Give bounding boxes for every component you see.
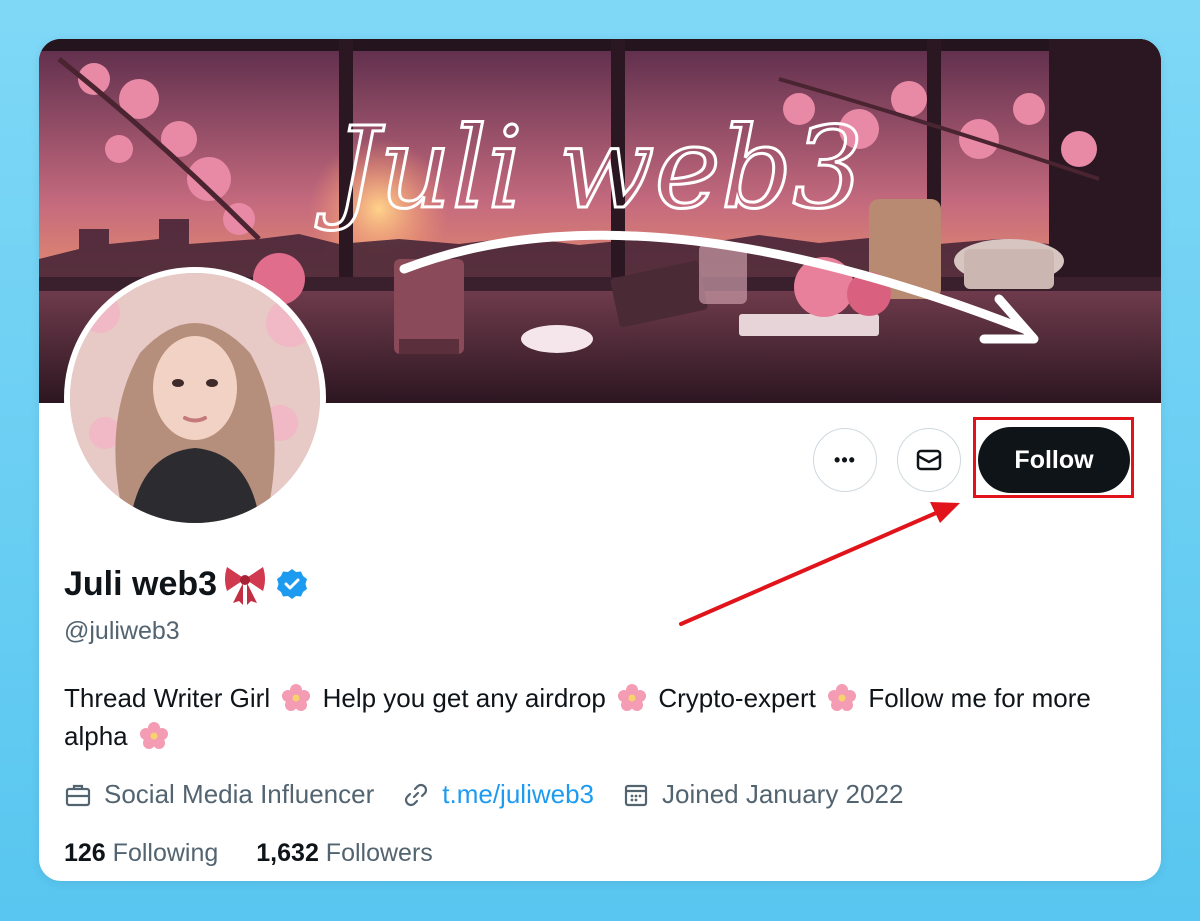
profession-text: Social Media Influencer	[104, 779, 375, 809]
bio-part: Thread Writer Girl	[64, 683, 271, 713]
followers-label: Followers	[325, 839, 433, 867]
profile-bio: Thread Writer Girl Help you get any aird…	[64, 679, 1134, 755]
following-count: 126	[64, 839, 106, 867]
envelope-icon	[916, 449, 942, 471]
follow-highlight-annotation	[973, 417, 1134, 498]
profile-name-row: Juli web3	[64, 561, 309, 607]
followers-stat[interactable]: 1,632 Followers	[256, 839, 433, 868]
profile-stats: 126 Following 1,632 Followers	[64, 839, 471, 868]
display-name: Juli web3	[64, 564, 218, 603]
link-icon	[405, 783, 428, 806]
user-handle: @juliweb3	[64, 617, 180, 645]
profile-meta: Social Media Influencer t.me/juliweb3 Jo…	[64, 779, 931, 810]
cherry-blossom-icon	[828, 684, 857, 711]
website-link[interactable]: t.me/juliweb3	[442, 779, 594, 810]
profession-item: Social Media Influencer	[64, 779, 374, 810]
profile-card: Juli web3 ••• Follow Juli web3 @juliweb3…	[39, 39, 1161, 881]
more-options-button[interactable]: •••	[813, 428, 877, 492]
following-stat[interactable]: 126 Following	[64, 839, 218, 868]
followers-count: 1,632	[256, 839, 319, 867]
bio-part: Help you get any airdrop	[322, 683, 606, 713]
more-icon: •••	[834, 449, 856, 470]
website-item[interactable]: t.me/juliweb3	[402, 779, 594, 810]
briefcase-icon	[65, 784, 91, 806]
calendar-icon	[624, 784, 648, 806]
verified-badge-icon[interactable]	[275, 567, 309, 601]
bio-part: Crypto-expert	[658, 683, 816, 713]
cherry-blossom-icon	[282, 684, 311, 711]
cherry-blossom-icon	[618, 684, 647, 711]
cherry-blossom-icon	[139, 722, 168, 749]
ribbon-bow-icon	[225, 567, 266, 605]
joined-item: Joined January 2022	[622, 779, 903, 810]
following-label: Following	[112, 839, 219, 867]
banner-title: Juli web3	[315, 104, 863, 234]
joined-text: Joined January 2022	[662, 779, 904, 809]
message-button[interactable]	[897, 428, 961, 492]
